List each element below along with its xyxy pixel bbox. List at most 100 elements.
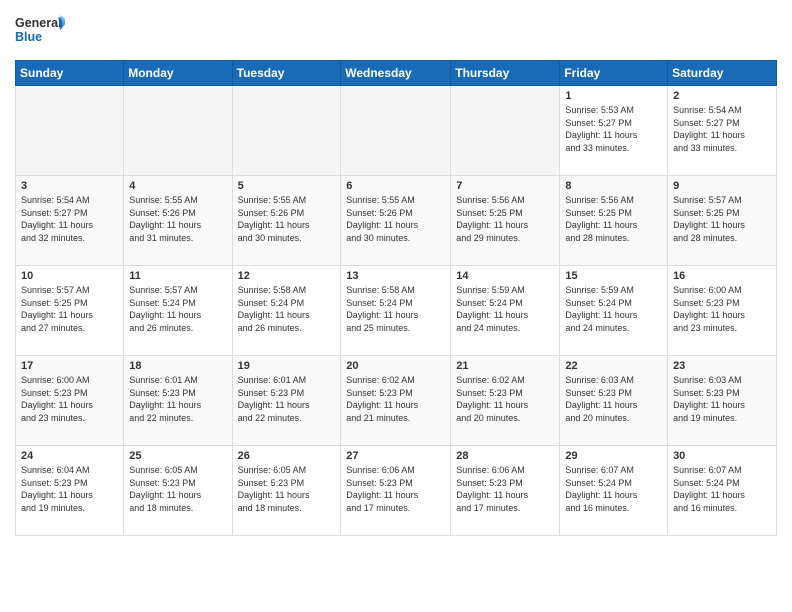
- calendar-cell-4-4: 28 Sunrise: 6:06 AM Sunset: 5:23 PM Dayli…: [451, 446, 560, 536]
- day-info: Sunrise: 5:53 AM Sunset: 5:27 PM Dayligh…: [565, 104, 662, 154]
- day-info: Sunrise: 6:01 AM Sunset: 5:23 PM Dayligh…: [238, 374, 336, 424]
- day-number: 29: [565, 450, 662, 462]
- calendar-cell-2-2: 12 Sunrise: 5:58 AM Sunset: 5:24 PM Dayli…: [232, 266, 341, 356]
- day-info: Sunrise: 6:02 AM Sunset: 5:23 PM Dayligh…: [456, 374, 554, 424]
- calendar-cell-2-0: 10Sunrise: 5:57 AM Sunset: 5:25 PM Dayli…: [16, 266, 124, 356]
- day-number: 19: [238, 360, 336, 372]
- calendar-cell-4-1: 25 Sunrise: 6:05 AM Sunset: 5:23 PM Dayli…: [124, 446, 232, 536]
- day-number: 4: [129, 180, 226, 192]
- day-number: 1: [565, 90, 662, 102]
- day-info: Sunrise: 6:01 AM Sunset: 5:23 PM Dayligh…: [129, 374, 226, 424]
- calendar-cell-0-5: 1 Sunrise: 5:53 AM Sunset: 5:27 PM Daylig…: [560, 86, 668, 176]
- day-info: Sunrise: 5:58 AM Sunset: 5:24 PM Dayligh…: [238, 284, 336, 334]
- day-number: 21: [456, 360, 554, 372]
- day-info: Sunrise: 5:57 AM Sunset: 5:25 PM Dayligh…: [21, 284, 118, 334]
- day-info: Sunrise: 5:55 AM Sunset: 5:26 PM Dayligh…: [129, 194, 226, 244]
- day-number: 14: [456, 270, 554, 282]
- calendar-cell-4-6: 30 Sunrise: 6:07 AM Sunset: 5:24 PM Dayli…: [668, 446, 777, 536]
- week-row-2: 3 Sunrise: 5:54 AM Sunset: 5:27 PM Daylig…: [16, 176, 777, 266]
- weekday-saturday: Saturday: [668, 61, 777, 86]
- svg-text:Blue: Blue: [15, 30, 42, 44]
- calendar-cell-0-0: [16, 86, 124, 176]
- day-info: Sunrise: 5:55 AM Sunset: 5:26 PM Dayligh…: [346, 194, 445, 244]
- day-info: Sunrise: 6:04 AM Sunset: 5:23 PM Dayligh…: [21, 464, 118, 514]
- day-info: Sunrise: 5:54 AM Sunset: 5:27 PM Dayligh…: [673, 104, 771, 154]
- day-info: Sunrise: 5:57 AM Sunset: 5:24 PM Dayligh…: [129, 284, 226, 334]
- calendar-cell-1-5: 8 Sunrise: 5:56 AM Sunset: 5:25 PM Daylig…: [560, 176, 668, 266]
- day-info: Sunrise: 5:56 AM Sunset: 5:25 PM Dayligh…: [456, 194, 554, 244]
- weekday-wednesday: Wednesday: [341, 61, 451, 86]
- day-number: 24: [21, 450, 118, 462]
- calendar-cell-1-4: 7 Sunrise: 5:56 AM Sunset: 5:25 PM Daylig…: [451, 176, 560, 266]
- calendar-cell-4-2: 26 Sunrise: 6:05 AM Sunset: 5:23 PM Dayli…: [232, 446, 341, 536]
- calendar-cell-3-5: 22Sunrise: 6:03 AM Sunset: 5:23 PM Dayli…: [560, 356, 668, 446]
- day-number: 25: [129, 450, 226, 462]
- week-row-1: 1 Sunrise: 5:53 AM Sunset: 5:27 PM Daylig…: [16, 86, 777, 176]
- day-number: 30: [673, 450, 771, 462]
- day-info: Sunrise: 6:03 AM Sunset: 5:23 PM Dayligh…: [565, 374, 662, 424]
- header: General Blue: [15, 10, 777, 52]
- calendar-cell-3-2: 19 Sunrise: 6:01 AM Sunset: 5:23 PM Dayli…: [232, 356, 341, 446]
- calendar-cell-0-3: [341, 86, 451, 176]
- calendar-cell-0-4: [451, 86, 560, 176]
- day-info: Sunrise: 6:00 AM Sunset: 5:23 PM Dayligh…: [21, 374, 118, 424]
- week-row-3: 10Sunrise: 5:57 AM Sunset: 5:25 PM Dayli…: [16, 266, 777, 356]
- day-info: Sunrise: 6:06 AM Sunset: 5:23 PM Dayligh…: [346, 464, 445, 514]
- day-number: 9: [673, 180, 771, 192]
- calendar-cell-3-0: 17 Sunrise: 6:00 AM Sunset: 5:23 PM Dayli…: [16, 356, 124, 446]
- day-number: 12: [238, 270, 336, 282]
- day-info: Sunrise: 6:02 AM Sunset: 5:23 PM Dayligh…: [346, 374, 445, 424]
- day-info: Sunrise: 5:57 AM Sunset: 5:25 PM Dayligh…: [673, 194, 771, 244]
- day-number: 11: [129, 270, 226, 282]
- day-info: Sunrise: 6:06 AM Sunset: 5:23 PM Dayligh…: [456, 464, 554, 514]
- day-number: 17: [21, 360, 118, 372]
- week-row-4: 17 Sunrise: 6:00 AM Sunset: 5:23 PM Dayli…: [16, 356, 777, 446]
- day-number: 27: [346, 450, 445, 462]
- day-number: 28: [456, 450, 554, 462]
- calendar-cell-1-0: 3 Sunrise: 5:54 AM Sunset: 5:27 PM Daylig…: [16, 176, 124, 266]
- day-info: Sunrise: 6:05 AM Sunset: 5:23 PM Dayligh…: [129, 464, 226, 514]
- day-number: 20: [346, 360, 445, 372]
- calendar-cell-3-1: 18 Sunrise: 6:01 AM Sunset: 5:23 PM Dayli…: [124, 356, 232, 446]
- day-number: 16: [673, 270, 771, 282]
- day-info: Sunrise: 6:00 AM Sunset: 5:23 PM Dayligh…: [673, 284, 771, 334]
- weekday-header-row: SundayMondayTuesdayWednesdayThursdayFrid…: [16, 61, 777, 86]
- weekday-friday: Friday: [560, 61, 668, 86]
- day-number: 7: [456, 180, 554, 192]
- calendar-cell-3-4: 21 Sunrise: 6:02 AM Sunset: 5:23 PM Dayli…: [451, 356, 560, 446]
- calendar-cell-4-5: 29Sunrise: 6:07 AM Sunset: 5:24 PM Dayli…: [560, 446, 668, 536]
- calendar-cell-1-3: 6Sunrise: 5:55 AM Sunset: 5:26 PM Daylig…: [341, 176, 451, 266]
- calendar-cell-0-6: 2 Sunrise: 5:54 AM Sunset: 5:27 PM Daylig…: [668, 86, 777, 176]
- day-info: Sunrise: 5:55 AM Sunset: 5:26 PM Dayligh…: [238, 194, 336, 244]
- calendar-cell-4-0: 24 Sunrise: 6:04 AM Sunset: 5:23 PM Dayli…: [16, 446, 124, 536]
- day-number: 15: [565, 270, 662, 282]
- day-info: Sunrise: 5:59 AM Sunset: 5:24 PM Dayligh…: [456, 284, 554, 334]
- day-number: 23: [673, 360, 771, 372]
- calendar: SundayMondayTuesdayWednesdayThursdayFrid…: [15, 60, 777, 536]
- calendar-cell-0-1: [124, 86, 232, 176]
- logo-svg: General Blue: [15, 10, 65, 52]
- day-info: Sunrise: 6:05 AM Sunset: 5:23 PM Dayligh…: [238, 464, 336, 514]
- day-number: 5: [238, 180, 336, 192]
- day-number: 2: [673, 90, 771, 102]
- logo: General Blue: [15, 10, 65, 52]
- svg-text:General: General: [15, 16, 62, 30]
- calendar-cell-2-5: 15Sunrise: 5:59 AM Sunset: 5:24 PM Dayli…: [560, 266, 668, 356]
- calendar-cell-3-3: 20 Sunrise: 6:02 AM Sunset: 5:23 PM Dayli…: [341, 356, 451, 446]
- calendar-cell-3-6: 23 Sunrise: 6:03 AM Sunset: 5:23 PM Dayli…: [668, 356, 777, 446]
- day-number: 8: [565, 180, 662, 192]
- calendar-cell-2-6: 16 Sunrise: 6:00 AM Sunset: 5:23 PM Dayli…: [668, 266, 777, 356]
- day-number: 18: [129, 360, 226, 372]
- day-info: Sunrise: 5:54 AM Sunset: 5:27 PM Dayligh…: [21, 194, 118, 244]
- day-number: 26: [238, 450, 336, 462]
- day-info: Sunrise: 6:07 AM Sunset: 5:24 PM Dayligh…: [673, 464, 771, 514]
- calendar-cell-0-2: [232, 86, 341, 176]
- day-info: Sunrise: 6:03 AM Sunset: 5:23 PM Dayligh…: [673, 374, 771, 424]
- page: General Blue SundayMondayTuesdayWednesda…: [0, 0, 792, 612]
- weekday-thursday: Thursday: [451, 61, 560, 86]
- day-number: 3: [21, 180, 118, 192]
- day-number: 13: [346, 270, 445, 282]
- calendar-cell-2-3: 13Sunrise: 5:58 AM Sunset: 5:24 PM Dayli…: [341, 266, 451, 356]
- day-info: Sunrise: 5:56 AM Sunset: 5:25 PM Dayligh…: [565, 194, 662, 244]
- calendar-cell-1-2: 5 Sunrise: 5:55 AM Sunset: 5:26 PM Daylig…: [232, 176, 341, 266]
